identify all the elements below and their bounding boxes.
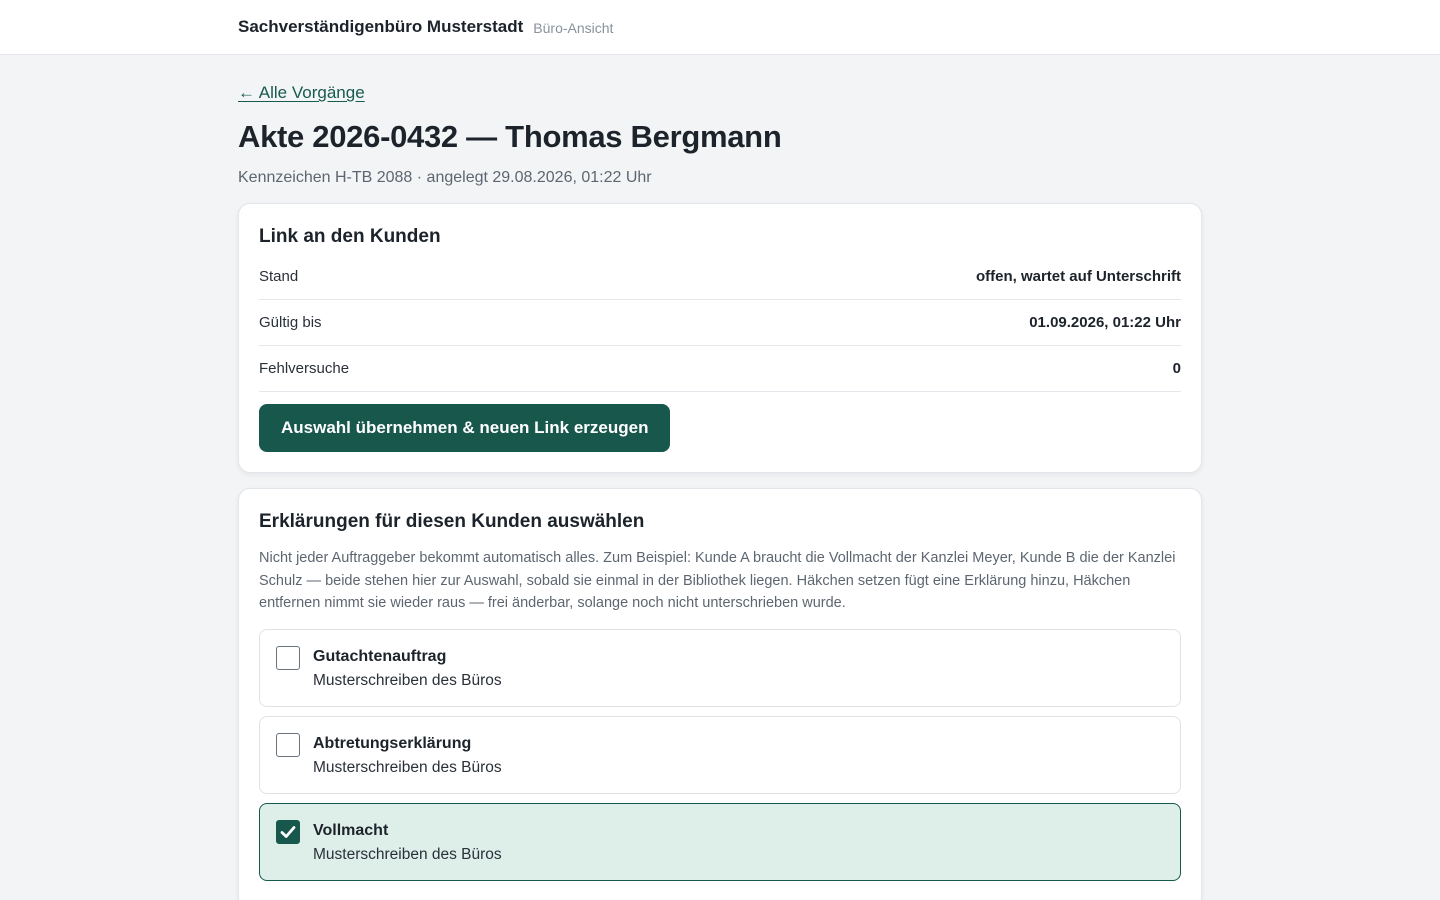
declarations-card: Erklärungen für diesen Kunden auswählen …	[238, 488, 1202, 900]
valid-until-label: Gültig bis	[259, 314, 322, 331]
apply-and-generate-link-button[interactable]: Auswahl übernehmen & neuen Link erzeugen	[259, 404, 671, 452]
failed-attempts-value: 0	[1172, 360, 1181, 377]
failed-attempts-row: Fehlversuche 0	[259, 346, 1181, 392]
checkmark-icon	[280, 825, 296, 838]
status-value: offen, wartet auf Unterschrift	[975, 268, 1181, 285]
valid-until-row: Gültig bis 01.09.2026, 01:22 Uhr	[259, 300, 1181, 346]
option-source: Musterschreiben des Büros	[313, 758, 502, 776]
back-to-cases-link[interactable]: ← Alle Vorgänge	[238, 83, 365, 103]
option-name: Vollmacht	[313, 821, 389, 839]
page-title: Akte 2026-0432 — Thomas Bergmann	[238, 119, 782, 154]
declaration-option-vollmacht[interactable]: Vollmacht Musterschreiben des Büros	[259, 802, 1181, 881]
status-row: Stand offen, wartet auf Unterschrift	[259, 264, 1181, 300]
status-label: Stand	[259, 268, 299, 285]
option-text: Vollmacht Musterschreiben des Büros	[313, 820, 502, 864]
customer-link-card: Link an den Kunden Stand offen, wartet a…	[238, 203, 1202, 473]
view-label: Büro-Ansicht	[533, 20, 614, 36]
declarations-card-title: Erklärungen für diesen Kunden auswählen	[259, 511, 645, 532]
option-name: Abtretungserklärung	[313, 734, 472, 752]
option-text: Gutachtenauftrag Musterschreiben des Bür…	[313, 646, 502, 690]
customer-link-card-title: Link an den Kunden	[259, 226, 441, 247]
option-source: Musterschreiben des Büros	[313, 845, 502, 863]
option-source: Musterschreiben des Büros	[313, 671, 502, 689]
declaration-option-abtretungserklaerung[interactable]: Abtretungserklärung Musterschreiben des …	[259, 715, 1181, 794]
checkbox-gutachtenauftrag[interactable]	[276, 645, 300, 670]
declaration-option-gutachtenauftrag[interactable]: Gutachtenauftrag Musterschreiben des Bür…	[259, 628, 1181, 707]
link-status-list: Stand offen, wartet auf Unterschrift Gül…	[259, 264, 1181, 392]
valid-until-value: 01.09.2026, 01:22 Uhr	[1029, 314, 1181, 331]
declarations-description: Nicht jeder Auftraggeber bekommt automat…	[259, 550, 1176, 611]
top-bar: Sachverständigenbüro Musterstadt Büro-An…	[0, 0, 1440, 55]
case-meta: Kennzeichen H-TB 2088 · angelegt 29.08.2…	[238, 169, 652, 186]
failed-attempts-label: Fehlversuche	[259, 360, 350, 377]
main-content: ← Alle Vorgänge Akte 2026-0432 — Thomas …	[238, 55, 1202, 900]
option-name: Gutachtenauftrag	[313, 647, 447, 665]
checkbox-abtretungserklaerung[interactable]	[276, 732, 300, 757]
declaration-options: Gutachtenauftrag Musterschreiben des Bür…	[259, 628, 1181, 881]
office-name: Sachverständigenbüro Musterstadt	[238, 17, 524, 36]
checkbox-vollmacht[interactable]	[276, 819, 300, 844]
option-text: Abtretungserklärung Musterschreiben des …	[313, 733, 502, 777]
